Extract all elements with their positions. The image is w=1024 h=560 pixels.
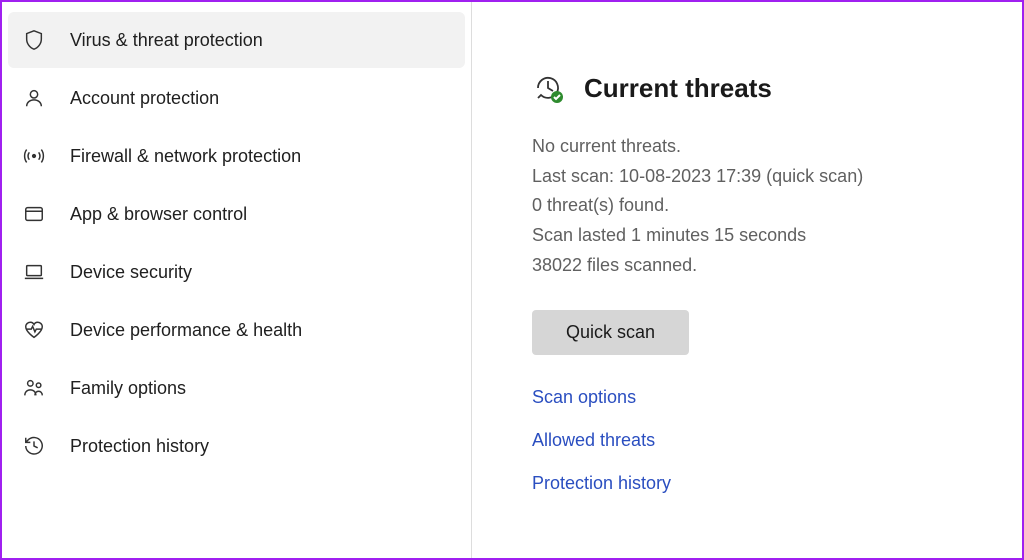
- allowed-threats-link[interactable]: Allowed threats: [532, 430, 982, 451]
- history-icon: [22, 434, 46, 458]
- sidebar-item-label: App & browser control: [70, 204, 247, 225]
- sidebar-item-app-browser[interactable]: App & browser control: [8, 186, 465, 242]
- status-line: 38022 files scanned.: [532, 251, 982, 281]
- family-icon: [22, 376, 46, 400]
- app-frame: Virus & threat protection Account protec…: [0, 0, 1024, 560]
- status-line: Last scan: 10-08-2023 17:39 (quick scan): [532, 162, 982, 192]
- protection-history-link[interactable]: Protection history: [532, 473, 982, 494]
- sidebar-item-device-security[interactable]: Device security: [8, 244, 465, 300]
- sidebar-item-account[interactable]: Account protection: [8, 70, 465, 126]
- scan-options-link[interactable]: Scan options: [532, 387, 982, 408]
- quick-scan-button[interactable]: Quick scan: [532, 310, 689, 355]
- sidebar-item-label: Family options: [70, 378, 186, 399]
- antenna-icon: [22, 144, 46, 168]
- section-header: Current threats: [532, 72, 982, 104]
- window-icon: [22, 202, 46, 226]
- section-title: Current threats: [584, 73, 772, 104]
- sidebar-item-firewall[interactable]: Firewall & network protection: [8, 128, 465, 184]
- sidebar-item-label: Account protection: [70, 88, 219, 109]
- sidebar-item-history[interactable]: Protection history: [8, 418, 465, 474]
- shield-icon: [22, 28, 46, 52]
- heart-icon: [22, 318, 46, 342]
- status-line: No current threats.: [532, 132, 982, 162]
- sidebar-item-label: Protection history: [70, 436, 209, 457]
- sidebar-item-label: Virus & threat protection: [70, 30, 263, 51]
- main-content: Current threats No current threats. Last…: [472, 2, 1022, 558]
- threat-status-block: No current threats. Last scan: 10-08-202…: [532, 132, 982, 280]
- sidebar-item-label: Device performance & health: [70, 320, 302, 341]
- status-line: 0 threat(s) found.: [532, 191, 982, 221]
- person-icon: [22, 86, 46, 110]
- laptop-icon: [22, 260, 46, 284]
- sidebar-item-label: Device security: [70, 262, 192, 283]
- sidebar-item-label: Firewall & network protection: [70, 146, 301, 167]
- sidebar-item-family[interactable]: Family options: [8, 360, 465, 416]
- sidebar: Virus & threat protection Account protec…: [2, 2, 472, 558]
- sidebar-item-virus-threat[interactable]: Virus & threat protection: [8, 12, 465, 68]
- status-line: Scan lasted 1 minutes 15 seconds: [532, 221, 982, 251]
- threats-status-icon: [532, 72, 564, 104]
- sidebar-item-performance[interactable]: Device performance & health: [8, 302, 465, 358]
